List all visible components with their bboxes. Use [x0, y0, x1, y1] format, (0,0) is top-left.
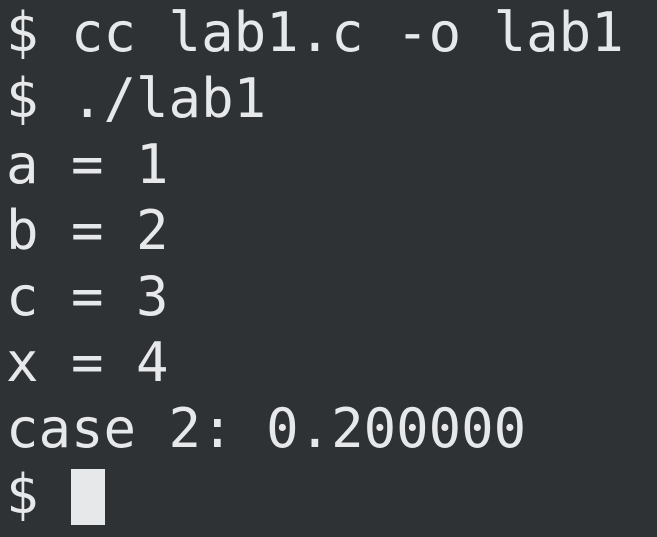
terminal-window[interactable]: $ cc lab1.c -o lab1 $ ./lab1 a = 1 b = 2… — [0, 0, 657, 537]
text-cursor — [70, 469, 105, 525]
prompt-symbol: $ — [6, 463, 39, 526]
terminal-line-command-run: $ ./lab1 — [6, 67, 267, 130]
terminal-line-output-b: b = 2 — [6, 199, 169, 262]
terminal-line-output-x: x = 4 — [6, 331, 169, 394]
terminal-line-output-c: c = 3 — [6, 265, 169, 328]
terminal-line-command-compile: $ cc lab1.c -o lab1 — [6, 1, 624, 64]
terminal-prompt-line[interactable]: $ — [6, 462, 105, 528]
terminal-line-output-case: case 2: 0.200000 — [6, 397, 527, 460]
terminal-line-output-a: a = 1 — [6, 133, 169, 196]
